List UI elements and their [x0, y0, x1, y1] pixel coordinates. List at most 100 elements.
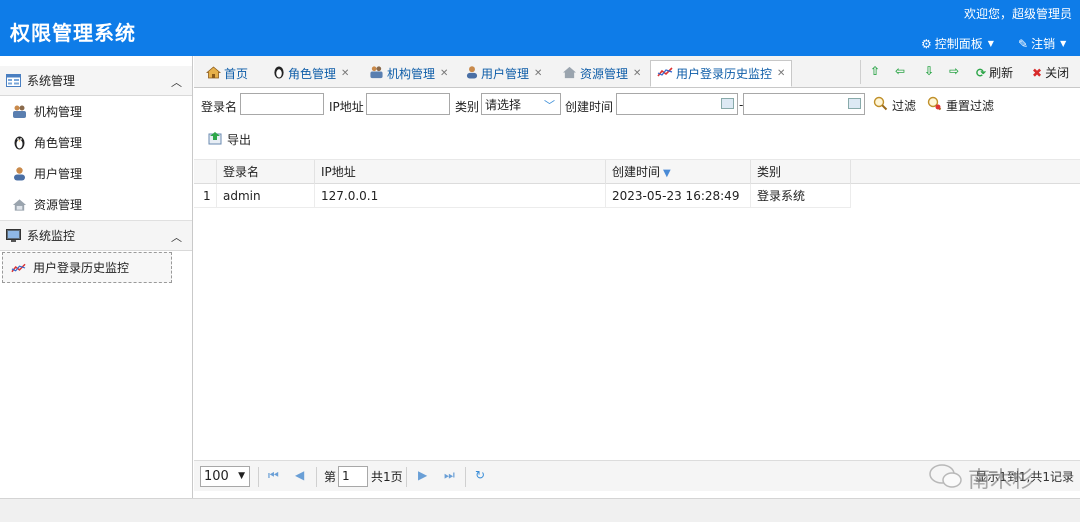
accordion-body-system-monitor: 用户登录历史监控 [0, 251, 192, 283]
tab-login-history[interactable]: 用户登录历史监控 ✕ [650, 60, 793, 87]
created-end-input[interactable] [743, 93, 865, 115]
user-icon [12, 166, 27, 181]
accordion-title: 系统监控 [27, 229, 76, 243]
login-name-input[interactable] [240, 93, 324, 115]
logout-button[interactable]: ✎ 注销 ▼ [1018, 35, 1066, 52]
sidebar-item-user[interactable]: 用户管理 [0, 158, 192, 189]
close-tab-icon[interactable]: ✕ [534, 68, 542, 79]
move-down-button[interactable]: ⇩ [924, 64, 934, 78]
row-number: 1 [194, 184, 217, 208]
accordion-system-management[interactable]: 系统管理 ︿ [0, 66, 192, 96]
gear-icon: ⚙ [921, 36, 932, 51]
close-tab-icon[interactable]: ✕ [633, 68, 641, 79]
cell-login-name: admin [217, 184, 315, 208]
tab-role-management[interactable]: 角色管理 ✕ [267, 60, 355, 87]
reset-filter-button[interactable]: 重置过滤 [927, 96, 994, 114]
close-button[interactable]: ✖ 关闭 [1032, 64, 1069, 81]
column-header-created-time[interactable]: 创建时间 ▼ [606, 160, 751, 184]
page-prefix: 第 [324, 470, 337, 484]
pager-divider [406, 467, 407, 487]
sidebar-item-label: 角色管理 [34, 136, 83, 150]
ip-input[interactable] [366, 93, 450, 115]
resource-icon [12, 197, 27, 212]
table-row[interactable]: 1 admin 127.0.0.1 2023-05-23 16:28:49 登录… [194, 184, 851, 208]
chevron-up-icon[interactable]: ︿ [171, 74, 182, 90]
tab-bar: 首页 角色管理 ✕ 机构管理 ✕ 用户管理 ✕ 资源管理 ✕ 用户登录历史监控 … [194, 56, 1080, 88]
caret-down-icon: ▼ [1060, 39, 1067, 48]
sidebar-item-login-history[interactable]: 用户登录历史监控 [2, 252, 172, 283]
cell-category: 登录系统 [751, 184, 851, 208]
window-grid-icon [6, 73, 21, 88]
page-number-input[interactable]: 1 [338, 466, 368, 487]
pager-divider [258, 467, 259, 487]
close-tab-icon[interactable]: ✕ [777, 68, 785, 79]
control-panel-button[interactable]: ⚙ 控制面板 ▼ [921, 35, 994, 52]
refresh-button[interactable]: ⟳ 刷新 [976, 64, 1013, 81]
move-right-button[interactable]: ⇨ [949, 64, 959, 78]
tab-user-management[interactable]: 用户管理 ✕ [460, 60, 548, 87]
caret-down-icon: ▼ [987, 39, 994, 48]
previous-page-icon[interactable]: ◀ [295, 468, 304, 482]
tab-home[interactable]: 首页 [200, 60, 254, 87]
first-page-icon[interactable]: ⏮ [268, 468, 279, 483]
close-icon: ✖ [1032, 65, 1043, 80]
page-size-select[interactable]: 100 ▼ [200, 466, 250, 487]
user-icon [466, 65, 478, 82]
reload-icon[interactable]: ↻ [475, 468, 485, 482]
close-tab-icon[interactable]: ✕ [341, 68, 349, 79]
reset-magnifier-icon [927, 96, 942, 114]
filter-bar: 登录名 IP地址 类别 请选择 ﹀ 创建时间 - 过滤 重置过滤 [194, 89, 1080, 123]
export-button[interactable]: 导出 [208, 131, 251, 148]
column-header-category[interactable]: 类别 [751, 160, 851, 184]
tab-org-management[interactable]: 机构管理 ✕ [363, 60, 454, 87]
accordion-body-system-management: 机构管理 角色管理 用户管理 资源管理 [0, 96, 192, 221]
row-number-header [194, 160, 217, 184]
accordion-system-monitor[interactable]: 系统监控 ︿ [0, 221, 192, 251]
sidebar-item-label: 用户管理 [34, 167, 83, 181]
last-page-icon[interactable]: ⏭ [444, 468, 455, 483]
calendar-icon[interactable] [721, 98, 734, 109]
refresh-icon: ⟳ [976, 65, 987, 80]
toolbar-divider [860, 60, 861, 84]
sidebar-item-resource[interactable]: 资源管理 [0, 189, 192, 220]
arrow-right-icon: ⇨ [949, 64, 960, 78]
arrow-left-icon: ⇦ [895, 64, 906, 78]
sidebar-item-label: 资源管理 [34, 198, 83, 212]
logout-icon: ✎ [1018, 36, 1029, 51]
chart-line-icon [11, 260, 26, 275]
watermark-text: 南木杉 [968, 468, 1035, 493]
calendar-icon[interactable] [848, 98, 861, 109]
column-header-ip[interactable]: IP地址 [315, 160, 606, 184]
move-up-button[interactable]: ⇧ [870, 64, 880, 78]
chevron-up-icon[interactable]: ︿ [171, 229, 182, 245]
move-left-button[interactable]: ⇦ [895, 64, 905, 78]
filter-button[interactable]: 过滤 [873, 96, 916, 114]
cell-created-time: 2023-05-23 16:28:49 [606, 184, 751, 208]
sidebar: 系统管理 ︿ 机构管理 角色管理 用户管理 资源管理 系统监控 ︿ 用户登录历史… [0, 56, 193, 498]
sidebar-item-label: 机构管理 [34, 105, 83, 119]
grid-header: 登录名 IP地址 创建时间 ▼ 类别 [194, 159, 1080, 184]
app-header: 权限管理系统 欢迎您，超级管理员 ⚙ 控制面板 ▼ ✎ 注销 ▼ [0, 0, 1080, 56]
monitor-icon [6, 228, 21, 243]
org-icon [369, 65, 384, 82]
column-header-login-name[interactable]: 登录名 [217, 160, 315, 184]
category-label: 类别 [455, 100, 480, 114]
created-time-label: 创建时间 [565, 100, 614, 114]
pager-divider [465, 467, 466, 487]
watermark: 南木杉 [924, 458, 1074, 494]
close-tab-icon[interactable]: ✕ [440, 68, 448, 79]
org-icon [12, 104, 27, 119]
arrow-down-icon: ⇩ [924, 64, 935, 78]
sort-desc-icon: ▼ [663, 168, 671, 179]
created-start-input[interactable] [616, 93, 738, 115]
category-select[interactable]: 请选择 ﹀ [481, 93, 561, 115]
caret-down-icon: ▼ [238, 471, 245, 481]
login-name-label: 登录名 [201, 100, 238, 114]
sidebar-item-org[interactable]: 机构管理 [0, 96, 192, 127]
ip-label: IP地址 [329, 100, 364, 114]
welcome-text: 欢迎您，超级管理员 [963, 7, 1072, 21]
tab-resource-management[interactable]: 资源管理 ✕ [556, 60, 647, 87]
next-page-icon[interactable]: ▶ [418, 468, 427, 482]
pager-divider [316, 467, 317, 487]
sidebar-item-role[interactable]: 角色管理 [0, 127, 192, 158]
